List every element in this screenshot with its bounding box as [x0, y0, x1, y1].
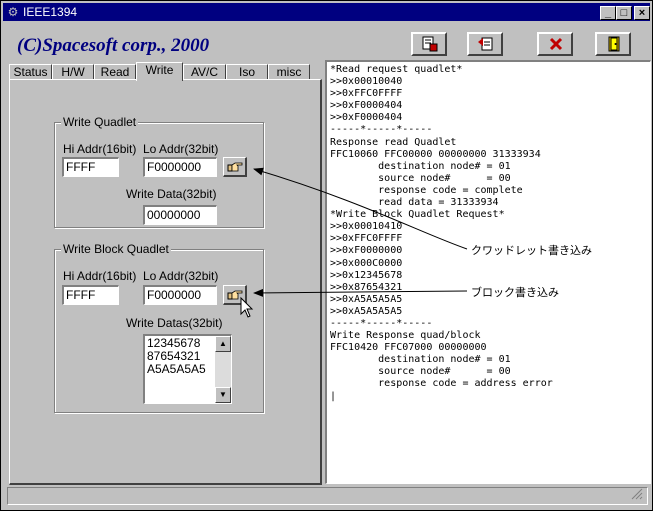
write-quadlet-button[interactable] [223, 157, 247, 177]
vertical-scrollbar[interactable]: ▲ ▼ [215, 336, 231, 403]
write-block-group: Write Block Quadlet Hi Addr(16bit) Lo Ad… [54, 242, 264, 413]
scroll-up-icon[interactable]: ▲ [215, 336, 231, 352]
lo-addr-label: Lo Addr(32bit) [143, 269, 219, 283]
tab-write[interactable]: Write [136, 62, 183, 81]
group-title: Write Quadlet [61, 115, 139, 129]
log-output[interactable]: *Read request quadlet* >>0x00010040 >>0x… [325, 60, 651, 484]
write-quadlet-group: Write Quadlet Hi Addr(16bit) Lo Addr(32b… [54, 115, 264, 228]
tab-misc[interactable]: misc [268, 64, 310, 80]
exit-door-icon [608, 36, 620, 52]
hi-addr-label: Hi Addr(16bit) [63, 142, 137, 156]
open-icon [478, 37, 493, 51]
save-button[interactable] [411, 32, 447, 56]
brand-title: (C)Spacesoft corp., 2000 [17, 35, 210, 56]
resize-grip-icon[interactable] [631, 488, 643, 500]
gear-icon: ⚙ [7, 5, 19, 19]
pointing-hand-icon [227, 162, 243, 172]
annotation-block: ブロック書き込み [471, 287, 559, 299]
minimize-icon[interactable]: _ [600, 6, 616, 20]
write-datas-label: Write Datas(32bit) [126, 316, 223, 330]
save-disk-icon [422, 36, 438, 52]
lo-addr-input[interactable]: F0000000 [143, 285, 217, 305]
status-bar [7, 487, 648, 505]
hi-addr-label: Hi Addr(16bit) [63, 269, 137, 283]
red-x-icon [549, 37, 563, 51]
write-tab-panel: Write Quadlet Hi Addr(16bit) Lo Addr(32b… [9, 79, 322, 485]
open-button[interactable] [467, 32, 503, 56]
title-bar[interactable]: ⚙ IEEE1394 _ □ × [3, 3, 650, 21]
clear-button[interactable] [537, 32, 573, 56]
lo-addr-label: Lo Addr(32bit) [143, 142, 219, 156]
maximize-icon[interactable]: □ [616, 6, 632, 20]
write-data-label: Write Data(32bit) [126, 187, 217, 201]
annotation-quadlet: クワッドレット書き込み [471, 245, 592, 257]
tab-hw[interactable]: H/W [52, 64, 94, 80]
close-icon[interactable]: × [634, 6, 650, 20]
write-datas-textarea[interactable]: 12345678 87654321 A5A5A5A5 ▲ ▼ [143, 334, 232, 404]
tab-avc[interactable]: AV/C [183, 64, 226, 80]
app-window: ⚙ IEEE1394 _ □ × (C)Spacesoft corp., 200… [0, 0, 653, 511]
hi-addr-input[interactable]: FFFF [62, 285, 119, 305]
pointing-hand-icon [227, 290, 243, 300]
exit-button[interactable] [595, 32, 631, 56]
group-title: Write Block Quadlet [61, 242, 171, 256]
log-text: *Read request quadlet* >>0x00010040 >>0x… [330, 64, 553, 402]
window-title: IEEE1394 [23, 5, 78, 19]
tab-read[interactable]: Read [94, 64, 136, 80]
hi-addr-input[interactable]: FFFF [62, 157, 119, 177]
tab-status[interactable]: Status [9, 64, 52, 80]
write-block-button[interactable] [223, 285, 247, 305]
tab-iso[interactable]: Iso [226, 64, 268, 80]
write-data-input[interactable]: 00000000 [143, 205, 217, 225]
lo-addr-input[interactable]: F0000000 [143, 157, 217, 177]
scroll-down-icon[interactable]: ▼ [215, 387, 231, 403]
